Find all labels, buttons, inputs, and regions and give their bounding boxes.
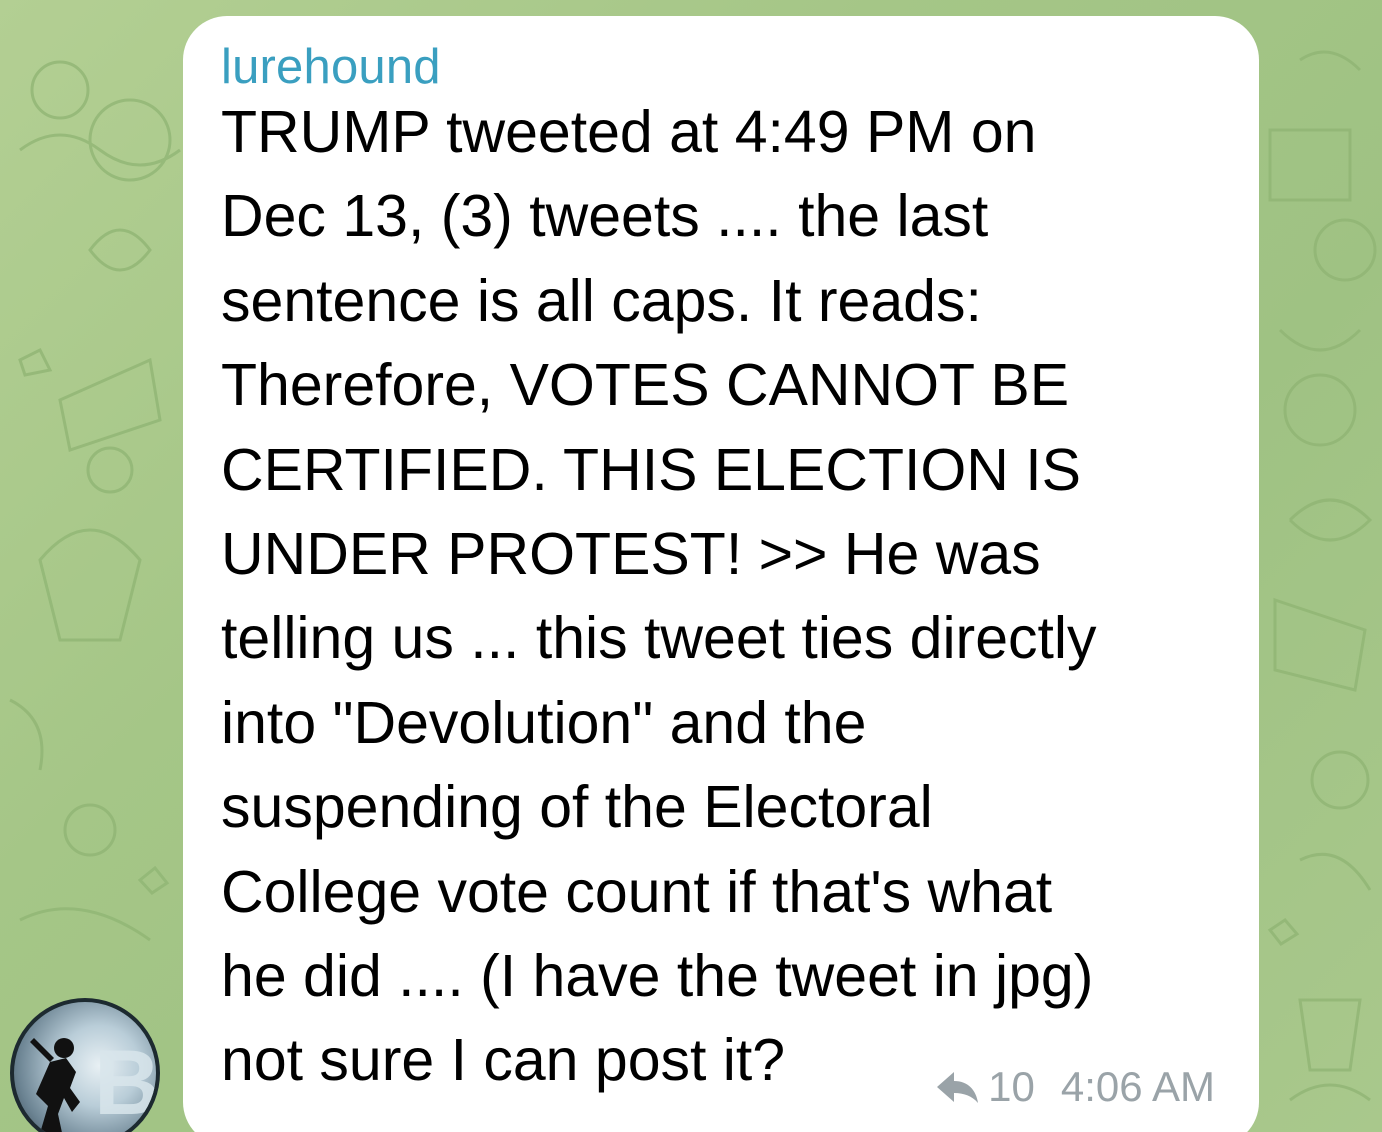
sender-name[interactable]: lurehound [221,36,1229,98]
reply-count[interactable]: 10 [988,1062,1035,1112]
message-text: TRUMP tweeted at 4:49 PM on Dec 13, (3) … [221,99,1097,1094]
svg-text:B: B [94,1032,160,1132]
sender-avatar[interactable]: B [10,998,160,1132]
bitcoin-avatar-icon: B [30,1032,160,1132]
message-time: 4:06 AM [1060,1063,1215,1110]
message-bubble[interactable]: lurehound TRUMP tweeted at 4:49 PM on De… [183,16,1259,1132]
message-meta: 10 4:06 AM [934,1062,1215,1112]
reply-arrow-icon[interactable] [934,1068,980,1106]
